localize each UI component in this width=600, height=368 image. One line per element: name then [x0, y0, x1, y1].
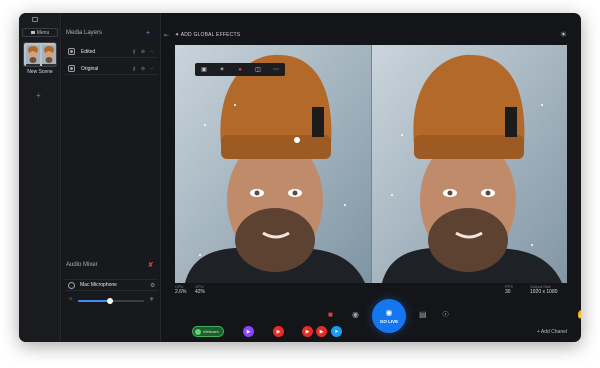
add-layer-button[interactable]: + — [146, 30, 150, 37]
layer-label: Edited — [81, 48, 96, 55]
audio-device-label: Mac Microphone — [80, 282, 117, 288]
layer-label: Original — [81, 65, 99, 72]
youtube-icon[interactable]: ▶ — [302, 326, 313, 337]
crop-icon[interactable]: ▣ — [199, 66, 209, 73]
preview-left: ▣ ✶ ● ◫ ⋯ — [175, 45, 371, 283]
channels-bar: Webcam ▶ ▶ ▶ ▶ ➤ + Add Chanel — [161, 323, 581, 342]
media-layers-title: Media Layers — [66, 30, 103, 36]
add-global-effects-button[interactable]: ✦ ADD GLOBAL EFFECTS — [175, 32, 240, 38]
visibility-icon[interactable]: ⊘ — [140, 66, 146, 72]
layer-camera-icon — [68, 65, 75, 72]
video-preview[interactable]: ▣ ✶ ● ◫ ⋯ — [175, 45, 567, 283]
menu-icon — [30, 31, 35, 34]
stat-value: 42% — [195, 289, 206, 295]
menu-label: Menu — [36, 29, 50, 36]
effects-icon[interactable]: ✶ — [217, 66, 227, 73]
audio-mute-icon[interactable]: ✘ — [146, 261, 155, 270]
app-window: Menu New Scene + Media Layers + Edited ⚷… — [19, 13, 581, 342]
lock-icon[interactable]: ⚷ — [131, 66, 137, 72]
preview-right — [372, 45, 567, 283]
layers-icon[interactable]: ◫ — [253, 66, 263, 73]
volume-slider[interactable] — [78, 298, 144, 304]
twitch-icon[interactable]: ▶ — [243, 326, 254, 337]
microphone-icon — [68, 281, 75, 289]
gear-icon[interactable]: ⚙ — [150, 282, 158, 289]
hand-icon[interactable]: ✋ — [576, 310, 581, 319]
scene-label: New Scene — [27, 69, 53, 75]
original-video-frame — [372, 45, 567, 283]
add-scene-button[interactable]: + — [36, 91, 41, 100]
sidebar-toggle-icon[interactable]: ⇤ — [164, 32, 169, 39]
brightness-icon[interactable]: ☀ — [560, 30, 567, 39]
location-icon[interactable]: ☉ — [442, 310, 449, 319]
volume-slider-row: ☼ ☀ — [68, 296, 156, 304]
add-global-effects-label: ADD GLOBAL EFFECTS — [180, 32, 241, 38]
toggle-knob — [195, 328, 201, 335]
stats-bar: CPU 2.6% GPU 42% FPS 30 Output Size 1920… — [175, 283, 567, 297]
stat-value: 2.6% — [175, 289, 187, 295]
camera-off-icon[interactable]: ■ — [328, 310, 333, 319]
output-size-stat: Output Size 1920 x 1080 — [530, 284, 558, 295]
snapshot-icon[interactable]: ◉ — [352, 310, 359, 319]
more-icon[interactable]: ⋯ — [271, 66, 281, 73]
audio-mixer-title: Audio Mixer — [66, 262, 98, 268]
scene-preview-image — [24, 43, 56, 66]
webcam-toggle[interactable]: Webcam — [192, 326, 224, 337]
scene-thumbnail[interactable] — [23, 42, 57, 67]
layer-item-original[interactable]: Original ⚷ ⊘ ⋯ — [65, 63, 158, 75]
edited-video-frame — [175, 45, 371, 283]
webcam-label: Webcam — [203, 329, 219, 334]
window-icon[interactable] — [32, 17, 38, 22]
volume-fill — [78, 300, 110, 302]
record-icon[interactable]: ● — [235, 67, 245, 73]
cpu-stat: CPU 2.6% — [175, 284, 186, 295]
visibility-icon[interactable]: ⊘ — [140, 49, 146, 55]
youtube-icon[interactable]: ▶ — [273, 326, 284, 337]
volume-handle[interactable] — [106, 298, 113, 304]
top-bar: ⇤ ✦ ADD GLOBAL EFFECTS ☀ — [161, 30, 581, 44]
volume-low-icon: ☼ — [68, 296, 74, 302]
broadcast-icon: ◉ — [385, 307, 393, 317]
layer-toolbar: ▣ ✶ ● ◫ ⋯ — [195, 63, 285, 76]
stat-value: 1920 x 1080 — [530, 289, 558, 295]
lock-icon[interactable]: ⚷ — [131, 49, 137, 55]
share-icon[interactable]: ➤ — [331, 326, 342, 337]
volume-high-icon: ☀ — [149, 297, 155, 303]
more-icon[interactable]: ⋯ — [149, 49, 155, 55]
layer-camera-icon — [68, 48, 75, 55]
add-channel-button[interactable]: + Add Chanel — [537, 329, 567, 335]
fps-stat: FPS 30 — [505, 284, 513, 295]
add-channel-label: Add Chanel — [540, 329, 567, 335]
more-icon[interactable]: ⋯ — [149, 66, 155, 72]
media-layers-panel: Media Layers + Edited ⚷ ⊘ ⋯ Original ⚷ ⊘… — [62, 13, 161, 342]
gpu-stat: GPU 42% — [195, 284, 205, 295]
stat-value: 30 — [505, 289, 511, 295]
menu-button[interactable]: Menu — [22, 28, 58, 37]
audio-device-row: Mac Microphone ⚙ — [65, 279, 158, 291]
record-video-icon[interactable]: ▤ — [419, 310, 427, 319]
scene-sidebar: Menu New Scene + — [19, 13, 61, 342]
youtube-icon[interactable]: ▶ — [316, 326, 327, 337]
layer-item-edited[interactable]: Edited ⚷ ⊘ ⋯ — [65, 46, 158, 58]
